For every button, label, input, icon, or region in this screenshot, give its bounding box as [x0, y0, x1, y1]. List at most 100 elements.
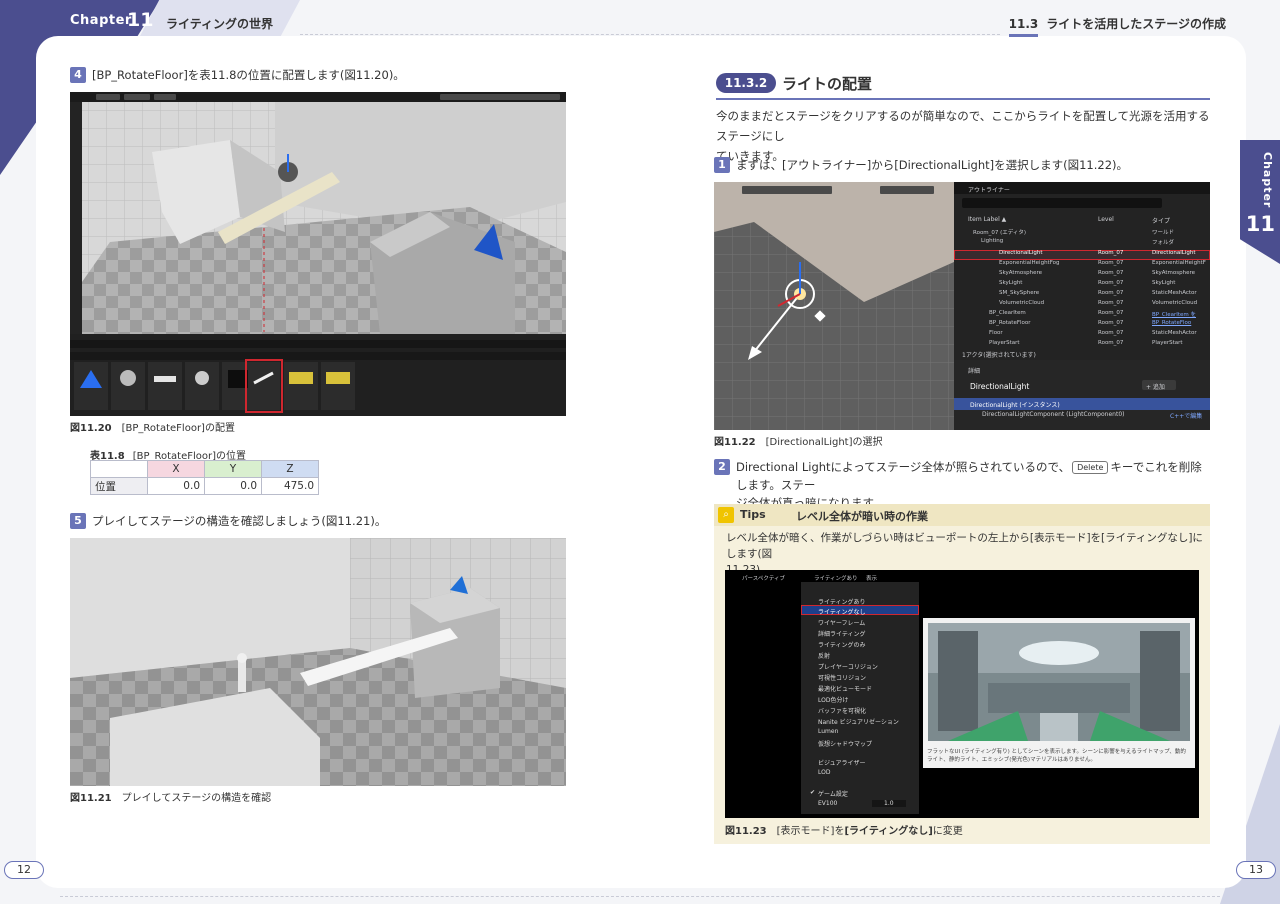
preview-image: [928, 623, 1190, 741]
outliner-search-input[interactable]: [962, 198, 1162, 208]
step-text: プレイしてステージの構造を確認しましょう(図11.21)。: [92, 514, 387, 528]
value-x: 0.0: [147, 477, 205, 495]
figure-caption-text: プレイしてステージの構造を確認: [121, 793, 272, 804]
side-tab-label: Chapter: [1261, 152, 1274, 209]
figure-id: 図11.23: [725, 826, 767, 837]
preview-tooltip-text: フラットなUI (ライティング有り) としてシーンを表示します。シーンに影響を与…: [927, 749, 1186, 763]
outliner-status: 1アクタ(選択されています): [962, 352, 1036, 359]
figure-11-20-screenshot: [70, 92, 566, 416]
editor-viewport-render: [70, 92, 566, 416]
figure-caption-text: [BP_RotateFloor]の配置: [121, 423, 235, 434]
menu-item-game-settings[interactable]: ✔ ゲーム設定: [806, 788, 918, 798]
menu-item-visualizer[interactable]: ビジュアライザー: [806, 757, 918, 767]
tips-header: ⌕ Tips レベル全体が暗い時の作業: [714, 504, 1210, 526]
menu-item-virtual-shadow-map[interactable]: 仮想シャドウマップ: [806, 738, 918, 748]
figure-11-23-caption: 図11.23 [表示モード]を[ライティングなし]に変更: [725, 826, 963, 837]
figure-11-20-caption: 図11.20 [BP_RotateFloor]の配置: [70, 419, 235, 434]
value-z: 475.0: [261, 477, 319, 495]
menu-item-nanite-visualization[interactable]: Nanite ビジュアリゼーション: [806, 716, 918, 726]
outliner-row[interactable]: Room_07 (エディタ) ワールド: [955, 226, 1210, 236]
viewport-tab-lighting[interactable]: ライティングあり: [814, 574, 858, 582]
figure-11-22-caption: 図11.22 [DirectionalLight]の選択: [714, 433, 882, 448]
running-section-header: 11.3 ライトを活用したステージの作成: [1008, 15, 1226, 37]
viewport-render: [714, 182, 954, 430]
menu-item-buffer-visualization[interactable]: バッファを可視化: [806, 705, 918, 715]
tips-label: Tips: [740, 508, 766, 521]
header-y: Y: [204, 460, 262, 478]
details-component-row[interactable]: DirectionalLightComponent (LightComponen…: [982, 411, 1124, 418]
menu-item-detail-lighting[interactable]: 詳細ライティング: [806, 628, 918, 638]
viewport-tab-perspective[interactable]: パースペクティブ: [742, 574, 785, 582]
outliner-col-level[interactable]: Level: [1098, 216, 1114, 223]
details-tab[interactable]: 詳細: [968, 366, 980, 375]
step-text: [BP_RotateFloor]を表11.8の位置に配置します(図11.20)。: [92, 68, 405, 82]
header-z: Z: [261, 460, 319, 478]
menu-item-player-collision[interactable]: プレイヤーコリジョン: [806, 661, 918, 671]
figure-caption-text: [DirectionalLight]の選択: [765, 437, 883, 448]
running-section-number: 11.3: [1008, 17, 1039, 37]
outliner-row-selected[interactable]: DirectionalLight Room_07 DirectionalLight: [955, 248, 1210, 258]
outliner-col-type[interactable]: タイプ: [1152, 216, 1170, 225]
menu-item-wireframe[interactable]: ワイヤーフレーム: [806, 617, 918, 627]
position-table: X Y Z 位置 0.0 0.0 475.0: [90, 460, 319, 495]
outliner-tab[interactable]: アウトライナー: [968, 185, 1010, 194]
edit-in-cpp-link[interactable]: C++で編集: [1170, 411, 1202, 420]
add-button-label[interactable]: + 追加: [1146, 382, 1165, 391]
figure-id: 図11.21: [70, 793, 112, 804]
magnifier-icon: ⌕: [718, 507, 734, 523]
outliner-row[interactable]: BP_RotateFloor Room_07 BP_RotateFloo: [955, 318, 1210, 328]
page-number-left: 12: [4, 861, 44, 879]
figure-11-23-screenshot: [725, 570, 1199, 818]
value-y: 0.0: [204, 477, 262, 495]
viewport-tab-show[interactable]: 表示: [866, 574, 877, 582]
outliner-col-label[interactable]: Item Label ▲: [968, 216, 1006, 223]
details-title: DirectionalLight: [970, 382, 1030, 391]
play-mode-render: [70, 538, 566, 786]
outliner-row[interactable]: BP_ClearItem Room_07 BP_ClearItem を: [955, 308, 1210, 318]
step-number: 1: [714, 157, 730, 173]
outliner-row[interactable]: PlayerStart Room_07 PlayerStart: [955, 338, 1210, 348]
viewport-toolbar: [714, 182, 954, 196]
outliner-row[interactable]: SM_SkySphere Room_07 StaticMeshActor: [955, 288, 1210, 298]
footer-rule: [60, 896, 1220, 897]
step-4: 4 [BP_RotateFloor]を表11.8の位置に配置します(図11.20…: [70, 66, 405, 84]
header-rule: [300, 34, 1000, 35]
outliner-row[interactable]: ExponentialHeightFog Room_07 ExponentialHe…: [955, 258, 1210, 268]
menu-item-lumen[interactable]: Lumen: [806, 727, 918, 737]
menu-item-unlit[interactable]: ライティングなし: [806, 606, 918, 616]
outliner-row[interactable]: VolumetricCloud Room_07 VolumetricCloud: [955, 298, 1210, 308]
section-heading: ライトの配置: [782, 75, 873, 93]
ev100-row: EV100 1.0: [806, 799, 918, 809]
section-heading-rule: [716, 98, 1210, 100]
menu-item-optimization-viewmodes[interactable]: 最適化ビューモード: [806, 683, 918, 693]
menu-item-reflections[interactable]: 反射: [806, 650, 918, 660]
outliner-row[interactable]: Floor Room_07 StaticMeshActor: [955, 328, 1210, 338]
header-x: X: [147, 460, 205, 478]
viewport-toolbar: [70, 92, 566, 102]
menu-item-lighting-only[interactable]: ライティングのみ: [806, 639, 918, 649]
menu-item-lod[interactable]: LOD: [806, 768, 918, 778]
table-row: 位置 0.0 0.0 475.0: [90, 477, 319, 495]
menu-item-visibility-collision[interactable]: 可視性コリジョン: [806, 672, 918, 682]
figure-11-21-screenshot: [70, 538, 566, 786]
figure-id: 図11.20: [70, 423, 112, 434]
ev100-input[interactable]: 1.0: [872, 800, 906, 807]
outliner-row[interactable]: SkyAtmosphere Room_07 SkyAtmosphere: [955, 268, 1210, 278]
running-section-title: ライトを活用したステージの作成: [1046, 17, 1226, 31]
menu-item-lit[interactable]: ライティングあり: [806, 596, 918, 606]
step-number: 5: [70, 513, 86, 529]
chapter-number: 11: [127, 9, 154, 31]
chapter-title: ライティングの世界: [166, 17, 274, 31]
step-text: まずは、[アウトライナー]から[DirectionalLight]を選択します(…: [736, 158, 1129, 172]
table-header-row: X Y Z: [90, 460, 319, 478]
chapter-side-tab: [1240, 140, 1280, 264]
menu-item-lod-coloration[interactable]: LOD色分け: [806, 694, 918, 704]
chapter-label: Chapter: [70, 13, 132, 28]
outliner-row[interactable]: SkyLight Room_07 SkyLight: [955, 278, 1210, 288]
figure-id: 図11.22: [714, 437, 756, 448]
step-1: 1 まずは、[アウトライナー]から[DirectionalLight]を選択しま…: [714, 156, 1128, 174]
details-instance-row[interactable]: DirectionalLight (インスタンス): [970, 400, 1060, 409]
step-number: 4: [70, 67, 86, 83]
page-number-right: 13: [1236, 861, 1276, 879]
outliner-row[interactable]: Lighting フォルダ: [955, 236, 1210, 246]
